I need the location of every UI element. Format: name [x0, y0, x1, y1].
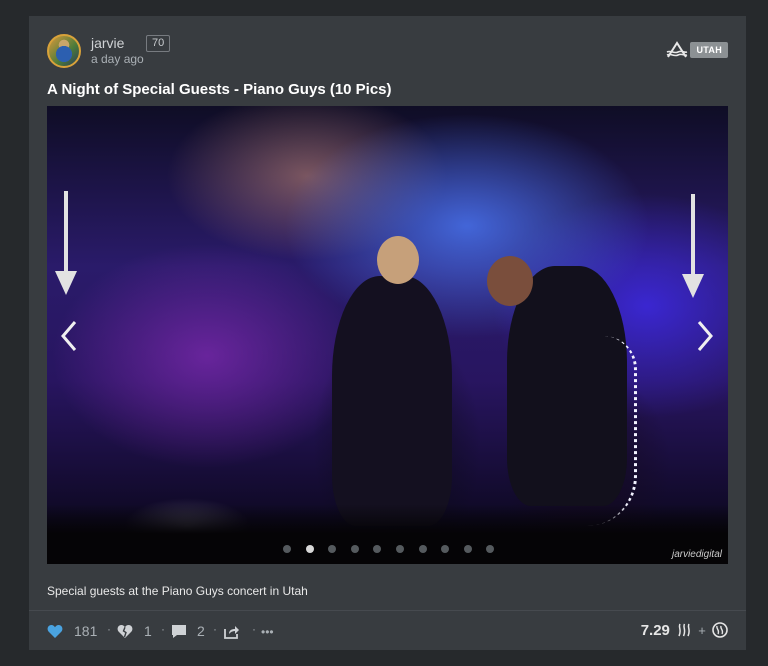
carousel-dot[interactable] [305, 545, 314, 553]
separator-dot: · [252, 622, 256, 636]
downvote-count[interactable]: 1 [144, 623, 152, 639]
violinist-figure [332, 276, 452, 526]
comment-icon[interactable] [171, 624, 187, 639]
broken-heart-icon[interactable] [117, 624, 133, 639]
separator-dot: · [213, 622, 217, 636]
footer-divider [29, 610, 746, 611]
heart-icon[interactable] [47, 624, 63, 639]
carousel-dot[interactable] [418, 545, 427, 553]
carousel-dot[interactable] [463, 545, 472, 553]
chevron-right-icon [697, 321, 713, 351]
author-name[interactable]: jarvie [91, 35, 124, 51]
photo-watermark: jarviedigital [671, 549, 722, 560]
payout-plus: + [698, 623, 706, 638]
violinist-head [377, 236, 419, 284]
payout-value[interactable]: 7.29 [641, 622, 670, 639]
upvote-count[interactable]: 181 [74, 623, 97, 639]
steem-dollar-icon [678, 623, 690, 637]
stage-shadow [47, 504, 728, 564]
post-card: jarvie 70 a day ago UTAH A Night of Spec… [29, 16, 746, 650]
post-title[interactable]: A Night of Special Guests - Piano Guys (… [47, 81, 392, 98]
post-image-carousel[interactable]: jarviedigital [47, 106, 728, 564]
community-tag[interactable]: UTAH [690, 42, 728, 58]
post-header: jarvie 70 a day ago UTAH [47, 34, 728, 68]
carousel-dot[interactable] [350, 545, 359, 553]
cello-led-lights [587, 336, 637, 526]
separator-dot: · [107, 622, 111, 636]
cellist-head [487, 256, 533, 306]
chevron-left-icon [61, 321, 77, 351]
share-icon[interactable] [224, 624, 240, 639]
comment-count[interactable]: 2 [197, 623, 205, 639]
more-options-button[interactable]: ••• [261, 625, 274, 639]
steem-power-icon [712, 622, 728, 638]
carousel-dot[interactable] [396, 545, 404, 553]
post-timestamp[interactable]: a day ago [91, 52, 144, 66]
separator-dot: · [161, 622, 165, 636]
post-actions: 181 · 1 · 2 · · ••• 7.29 + [47, 621, 728, 643]
avatar[interactable] [47, 34, 81, 68]
carousel-prev-button[interactable] [55, 316, 85, 356]
community-logo-icon[interactable] [666, 40, 688, 60]
carousel-next-button[interactable] [689, 316, 719, 356]
carousel-dot[interactable] [283, 545, 291, 553]
post-caption: Special guests at the Piano Guys concert… [47, 584, 308, 598]
arrow-down-icon [682, 194, 704, 298]
reputation-badge: 70 [146, 35, 171, 52]
arrow-down-icon [55, 191, 77, 295]
payout[interactable]: 7.29 + [641, 622, 728, 639]
